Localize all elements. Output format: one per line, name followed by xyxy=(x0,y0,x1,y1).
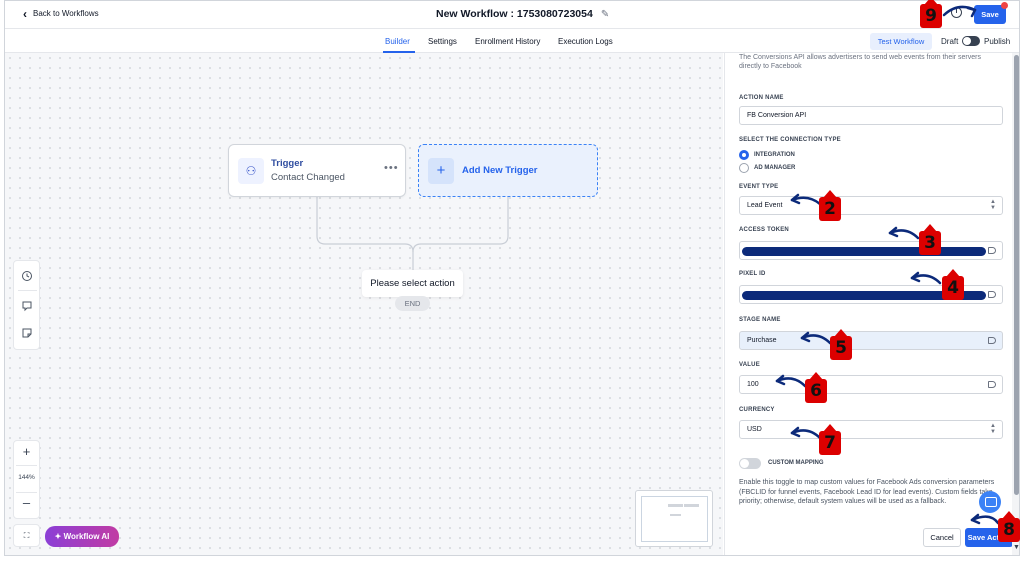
custom-mapping-toggle[interactable] xyxy=(739,458,761,469)
minimap-node xyxy=(684,504,699,507)
chevron-left-icon: ‹ xyxy=(23,6,27,21)
workflow-ai-button[interactable]: ✦ Workflow AI xyxy=(45,526,119,547)
radio-integration-label: INTEGRATION xyxy=(754,152,795,158)
comment-icon[interactable] xyxy=(21,300,33,312)
access-token-label: ACCESS TOKEN xyxy=(739,227,789,233)
annotation-badge: 3 xyxy=(919,224,941,255)
chat-support-icon[interactable] xyxy=(979,491,1001,513)
connection-type-label: SELECT THE CONNECTION TYPE xyxy=(739,137,841,143)
stage-name-value: Purchase xyxy=(747,337,777,344)
more-options-icon[interactable]: ••• xyxy=(384,162,399,174)
zoom-controls: + 144% – xyxy=(13,440,40,519)
add-trigger-label: Add New Trigger xyxy=(462,165,538,176)
add-new-trigger-node[interactable]: + Add New Trigger xyxy=(418,144,598,197)
annotation-badge: 7 xyxy=(819,424,841,455)
tag-icon[interactable] xyxy=(988,381,996,388)
publish-toggle[interactable] xyxy=(962,36,980,46)
test-workflow-button[interactable]: Test Workflow xyxy=(870,33,932,50)
annotation-badge: 8 xyxy=(998,511,1020,542)
radio-ad-manager[interactable] xyxy=(739,163,749,173)
trigger-node[interactable]: ⚇ Trigger Contact Changed ••• xyxy=(228,144,406,197)
zoom-in-button[interactable]: + xyxy=(14,444,39,459)
plus-icon: + xyxy=(428,158,454,184)
history-clock-icon[interactable] xyxy=(951,7,962,18)
tab-enrollment-history[interactable]: Enrollment History xyxy=(475,37,540,46)
event-type-label: EVENT TYPE xyxy=(739,184,779,190)
zoom-out-button[interactable]: – xyxy=(14,495,39,510)
fit-view-icon[interactable]: ⛶ xyxy=(13,524,40,547)
connector-lines xyxy=(316,197,509,305)
annotation-badge: 4 xyxy=(942,269,964,300)
toolbar-divider xyxy=(18,290,37,291)
zoom-divider xyxy=(16,492,37,493)
tag-icon[interactable] xyxy=(988,247,996,254)
currency-label: CURRENCY xyxy=(739,407,775,413)
unsaved-indicator-dot xyxy=(1001,2,1008,9)
redaction-bar xyxy=(742,247,986,256)
stage-name-label: STAGE NAME xyxy=(739,317,781,323)
cancel-button[interactable]: Cancel xyxy=(923,528,961,547)
back-to-workflows-link[interactable]: ‹ Back to Workflows xyxy=(23,6,99,21)
scroll-down-arrow-icon[interactable]: ▼ xyxy=(1013,544,1019,551)
workflow-canvas[interactable]: ⚇ Trigger Contact Changed ••• + Add New … xyxy=(5,53,723,555)
event-type-select[interactable]: Lead Event ▲ ▼ xyxy=(739,196,1003,215)
radio-ad-manager-label: AD MANAGER xyxy=(754,165,796,171)
zoom-level: 144% xyxy=(18,474,35,481)
annotation-badge: 9 xyxy=(920,0,942,28)
end-node: END xyxy=(395,296,430,311)
sparkle-icon: ✦ xyxy=(54,532,64,541)
custom-mapping-label: CUSTOM MAPPING xyxy=(768,460,824,466)
currency-value: USD xyxy=(747,426,762,433)
select-action-node[interactable]: Please select action xyxy=(362,270,463,297)
annotation-badge: 2 xyxy=(819,190,841,221)
value-input[interactable]: 100 xyxy=(739,375,1003,394)
stage-name-input[interactable]: Purchase xyxy=(739,331,1003,350)
pencil-icon[interactable]: ✎ xyxy=(601,9,609,20)
trigger-subtitle: Contact Changed xyxy=(271,172,345,183)
tag-icon[interactable] xyxy=(988,291,996,298)
publish-label: Publish xyxy=(984,37,1011,46)
radio-integration[interactable] xyxy=(739,150,749,160)
workflow-title[interactable]: New Workflow : 1753080723054 ✎ xyxy=(436,8,609,20)
zoom-divider xyxy=(16,465,37,466)
minimap-node xyxy=(670,514,681,516)
access-token-input[interactable] xyxy=(739,241,1003,260)
tag-icon[interactable] xyxy=(988,337,996,344)
action-config-panel: The Conversions API allows advertisers t… xyxy=(724,53,1013,555)
panel-description: The Conversions API allows advertisers t… xyxy=(739,54,981,70)
annotation-badge: 5 xyxy=(830,329,852,360)
action-name-label: ACTION NAME xyxy=(739,95,784,101)
custom-mapping-help: Enable this toggle to map custom values … xyxy=(739,479,995,505)
trigger-title: Trigger xyxy=(271,158,304,169)
minimap-node xyxy=(668,504,683,507)
action-name-input[interactable]: FB Conversion API xyxy=(739,106,1003,125)
canvas-side-toolbar xyxy=(13,260,40,350)
tab-bar: Builder Settings Enrollment History Exec… xyxy=(5,29,1019,53)
history-icon[interactable] xyxy=(21,270,33,282)
note-icon[interactable] xyxy=(21,327,33,339)
panel-scrollbar-thumb[interactable] xyxy=(1014,55,1019,495)
workflow-ai-label: Workflow AI xyxy=(63,532,110,541)
app-window: ‹ Back to Workflows New Workflow : 17530… xyxy=(4,0,1020,556)
currency-select[interactable]: USD ▲ ▼ xyxy=(739,420,1003,439)
tab-builder[interactable]: Builder xyxy=(385,37,410,46)
event-type-value: Lead Event xyxy=(747,202,783,209)
select-arrows-icon: ▲ ▼ xyxy=(990,199,996,211)
tab-settings[interactable]: Settings xyxy=(428,37,457,46)
users-icon: ⚇ xyxy=(238,158,264,184)
header-bar: ‹ Back to Workflows New Workflow : 17530… xyxy=(5,1,1019,29)
annotation-badge: 6 xyxy=(805,372,827,403)
minimap-viewport xyxy=(641,496,708,542)
tab-execution-logs[interactable]: Execution Logs xyxy=(558,37,613,46)
select-arrows-icon: ▲ ▼ xyxy=(990,423,996,435)
workflow-title-text: New Workflow : 1753080723054 xyxy=(436,8,593,20)
minimap[interactable] xyxy=(635,490,713,547)
pixel-id-label: PIXEL ID xyxy=(739,271,766,277)
back-label: Back to Workflows xyxy=(33,9,99,18)
value-label: VALUE xyxy=(739,362,760,368)
value-value: 100 xyxy=(747,381,759,388)
draft-label: Draft xyxy=(941,37,959,46)
